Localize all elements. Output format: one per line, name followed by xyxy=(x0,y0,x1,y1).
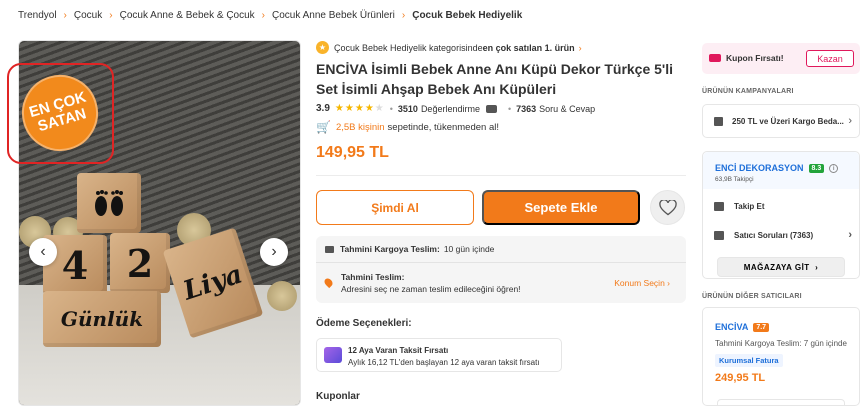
cart-count: 2,5B kişinin xyxy=(335,121,385,133)
badge-highlight-frame xyxy=(7,63,114,164)
favorite-button[interactable] xyxy=(650,190,685,225)
rating-stars[interactable]: ★★★★★ xyxy=(335,103,385,114)
seller-card: ENCİ DEKORASYON 8.3 i 63,9B Takipçi Taki… xyxy=(702,151,860,279)
follow-label: Takip Et xyxy=(734,202,765,211)
chevron-right-icon: › xyxy=(578,42,582,53)
breadcrumb-item-bebek-hediyelik[interactable]: Çocuk Bebek Hediyelik xyxy=(412,10,522,21)
truck-icon xyxy=(325,245,334,253)
payment-options-title: Ödeme Seçenekleri: xyxy=(316,318,412,329)
installment-title: 12 Aya Varan Taksit Fırsatı xyxy=(348,346,449,355)
cart-social-proof: 🛒 2,5B kişinin sepetinde, tükenmeden al! xyxy=(316,120,499,134)
other-seller-name[interactable]: ENCİVA 7.7 xyxy=(715,322,770,332)
gallery-next-button[interactable]: › xyxy=(260,238,288,266)
breadcrumb: Trendyol › Çocuk › Çocuk Anne & Bebek & … xyxy=(18,10,522,21)
select-location-label: Konum Seçin xyxy=(614,278,665,288)
product-title: ENCİVA İsimli Bebek Anne Anı Küpü Dekor … xyxy=(316,59,688,99)
coupons-title: Kuponlar xyxy=(316,391,360,402)
go-to-store-label: MAĞAZAYA GİT xyxy=(743,262,810,272)
other-seller-score-badge: 7.7 xyxy=(753,322,770,332)
review-count[interactable]: 3510 xyxy=(398,104,418,114)
breadcrumb-item-cocuk[interactable]: Çocuk xyxy=(74,10,102,21)
follow-seller-button[interactable]: Takip Et xyxy=(703,202,859,211)
bestseller-info[interactable]: ★ Çocuk Bebek Hediyelik kategorisinde en… xyxy=(316,40,582,55)
delivery-panel: Tahmini Kargoya Teslim: 10 gün içinde Ta… xyxy=(316,236,686,303)
seller-questions-link[interactable]: Satıcı Soruları (7363) › xyxy=(703,229,859,241)
chevron-right-icon: › xyxy=(109,10,113,21)
campaign-text: 250 TL ve Üzeri Kargo Beda... xyxy=(732,116,844,126)
select-location-link[interactable]: Konum Seçin › xyxy=(614,278,670,288)
seller-name-text: ENCİ DEKORASYON xyxy=(715,163,804,173)
delivery-title: Tahmini Teslim: xyxy=(341,272,405,282)
buy-now-button[interactable]: Şimdi Al xyxy=(316,190,474,225)
other-seller-delivery: Tahmini Kargoya Teslim: 7 gün içinde xyxy=(715,339,847,348)
campaigns-heading: ÜRÜNÜN KAMPANYALARI xyxy=(702,88,794,95)
qa-count[interactable]: 7363 xyxy=(516,104,536,114)
installment-subtitle: Aylık 16,12 TL'den başlayan 12 aya varan… xyxy=(348,358,540,367)
other-sellers-heading: ÜRÜNÜN DİĞER SATICILARI xyxy=(702,293,802,300)
other-seller-action-button[interactable] xyxy=(717,399,845,406)
qa-label[interactable]: Soru & Cevap xyxy=(539,104,595,114)
divider xyxy=(316,175,686,176)
breadcrumb-item-anne-bebek-urunleri[interactable]: Çocuk Anne Bebek Ürünleri xyxy=(272,10,395,21)
bestseller-prefix: Çocuk Bebek Hediyelik kategorisinde xyxy=(334,42,483,53)
wood-block-gunluk: Günlük xyxy=(43,291,161,347)
product-price: 149,95 TL xyxy=(316,144,389,161)
seller-questions-label: Satıcı Soruları (7363) xyxy=(734,230,814,240)
other-seller-card: ENCİVA 7.7 Tahmini Kargoya Teslim: 7 gün… xyxy=(702,307,860,406)
location-pin-icon xyxy=(322,276,335,289)
bestseller-rank: en çok satılan 1. ürün xyxy=(482,42,575,53)
wood-block-feet xyxy=(77,173,141,233)
coupon-banner: Kupon Fırsatı! Kazan xyxy=(702,43,860,74)
other-seller-price: 249,95 TL xyxy=(715,372,766,384)
cargo-label: Tahmini Kargoya Teslim: xyxy=(340,244,440,254)
basket-icon: 🛒 xyxy=(316,120,331,134)
chevron-right-icon: › xyxy=(848,115,852,127)
store-icon xyxy=(714,202,724,211)
camera-icon xyxy=(485,104,497,113)
campaign-item[interactable]: 250 TL ve Üzeri Kargo Beda... › xyxy=(702,104,860,138)
seller-header: ENCİ DEKORASYON 8.3 i 63,9B Takipçi xyxy=(703,152,859,189)
chevron-right-icon: › xyxy=(63,10,67,21)
cart-suffix: sepetinde, tükenmeden al! xyxy=(387,121,499,133)
divider xyxy=(316,262,686,263)
baby-feet-icon xyxy=(95,190,123,216)
breadcrumb-item-trendyol[interactable]: Trendyol xyxy=(18,10,57,21)
claim-coupon-button[interactable]: Kazan xyxy=(806,50,854,67)
heart-icon xyxy=(658,199,677,215)
gallery-prev-button[interactable]: ‹ xyxy=(29,238,57,266)
add-to-cart-button[interactable]: Sepete Ekle xyxy=(482,190,640,225)
rating-row: 3.9 ★★★★★ • 3510 Değerlendirme • 7363 So… xyxy=(316,103,596,114)
chat-icon xyxy=(714,230,724,240)
wood-block-digit-2: 2 xyxy=(110,233,170,293)
coupon-label: Kupon Fırsatı! xyxy=(726,53,784,63)
seller-score-badge: 8.3 xyxy=(808,163,825,173)
cargo-value: 10 gün içinde xyxy=(443,244,495,254)
breadcrumb-item-anne-bebek-cocuk[interactable]: Çocuk Anne & Bebek & Çocuk xyxy=(120,10,255,21)
delivery-subtitle: Adresini seç ne zaman teslim edileceğini… xyxy=(341,284,521,294)
package-icon xyxy=(714,116,723,126)
other-seller-name-text: ENCİVA xyxy=(715,322,749,332)
corporate-invoice-badge: Kurumsal Fatura xyxy=(715,354,783,367)
ticket-icon xyxy=(709,54,721,62)
rating-score: 3.9 xyxy=(316,103,330,114)
trophy-icon: ★ xyxy=(316,41,329,54)
product-name: İsimli Bebek Anne Anı Küpü Dekor Türkçe … xyxy=(316,61,674,97)
chevron-right-icon: › xyxy=(401,10,406,21)
product-brand[interactable]: ENCİVA xyxy=(316,61,367,77)
seller-name[interactable]: ENCİ DEKORASYON 8.3 i xyxy=(715,163,839,173)
review-label[interactable]: Değerlendirme xyxy=(421,104,480,114)
coin-decoration xyxy=(267,281,297,311)
chevron-right-icon: › xyxy=(261,10,266,21)
chevron-right-icon: › xyxy=(848,229,852,241)
installment-card[interactable]: 12 Aya Varan Taksit Fırsatı Aylık 16,12 … xyxy=(316,338,562,372)
cargo-estimate: Tahmini Kargoya Teslim: 10 gün içinde xyxy=(325,244,494,254)
seller-followers: 63,9B Takipçi xyxy=(715,176,754,183)
credit-card-icon xyxy=(324,347,342,363)
go-to-store-button[interactable]: MAĞAZAYA GİT › xyxy=(717,257,845,277)
info-icon[interactable]: i xyxy=(829,163,839,173)
